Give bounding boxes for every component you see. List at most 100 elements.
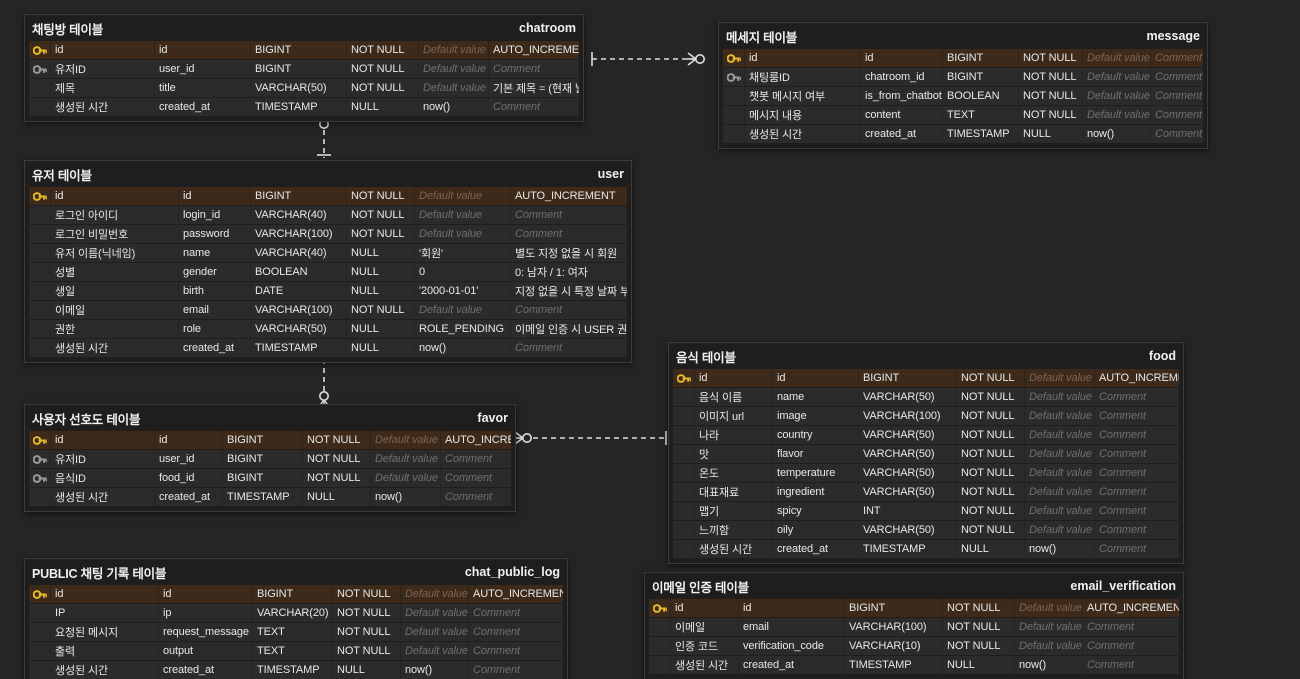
- column-nullable[interactable]: NULL: [347, 263, 415, 281]
- column-comment-ko[interactable]: 생성된 시간: [51, 98, 155, 116]
- column-default-value[interactable]: '2000-01-01': [415, 282, 511, 300]
- column-comment[interactable]: Comment: [1083, 637, 1179, 655]
- column-comment-ko[interactable]: id: [51, 187, 179, 205]
- column-row[interactable]: id id BIGINT NOT NULL Default value AUTO_INCR…: [29, 431, 511, 449]
- column-name[interactable]: ip: [159, 604, 253, 622]
- column-row[interactable]: 권한 role VARCHAR(50) NULL ROLE_PENDING 이메일 인증 …: [29, 320, 627, 338]
- column-default-value[interactable]: Default value: [415, 225, 511, 243]
- key-cell-empty[interactable]: [29, 301, 51, 319]
- key-cell-empty[interactable]: [29, 604, 51, 622]
- table-card-chatroom[interactable]: 채팅방 테이블 chatroom id id BIGINT NOT NULL Default…: [24, 14, 584, 122]
- column-default-value[interactable]: Default value: [371, 469, 441, 487]
- column-datatype[interactable]: BIGINT: [943, 68, 1019, 86]
- column-comment[interactable]: Comment: [1083, 618, 1179, 636]
- column-datatype[interactable]: VARCHAR(100): [251, 225, 347, 243]
- column-default-value[interactable]: Default value: [1025, 388, 1095, 406]
- column-row[interactable]: 로그인 아이디 login_id VARCHAR(40) NOT NULL Defaul…: [29, 206, 627, 224]
- column-name[interactable]: user_id: [155, 60, 251, 78]
- column-name[interactable]: name: [179, 244, 251, 262]
- column-datatype[interactable]: VARCHAR(20): [253, 604, 333, 622]
- column-nullable[interactable]: NOT NULL: [1019, 106, 1083, 124]
- column-name[interactable]: request_message: [159, 623, 253, 641]
- column-datatype[interactable]: TEXT: [253, 642, 333, 660]
- column-datatype[interactable]: BOOLEAN: [943, 87, 1019, 105]
- key-cell-empty[interactable]: [29, 642, 51, 660]
- column-nullable[interactable]: NOT NULL: [957, 426, 1025, 444]
- table-comment[interactable]: 메세지 테이블: [726, 27, 797, 46]
- column-name[interactable]: created_at: [179, 339, 251, 357]
- table-header-chatroom[interactable]: 채팅방 테이블 chatroom: [25, 15, 583, 41]
- column-nullable[interactable]: NOT NULL: [957, 445, 1025, 463]
- table-card-favor[interactable]: 사용자 선호도 테이블 favor id id BIGINT NOT NULL Defaul…: [24, 404, 516, 512]
- column-comment[interactable]: 0: 남자 / 1: 여자: [511, 263, 627, 281]
- column-name[interactable]: created_at: [155, 488, 223, 506]
- column-comment-ko[interactable]: 생성된 시간: [695, 540, 773, 558]
- column-nullable[interactable]: NULL: [347, 339, 415, 357]
- column-row[interactable]: 맵기 spicy INT NOT NULL Default value Comment: [673, 502, 1179, 520]
- table-name[interactable]: user: [598, 167, 624, 181]
- column-comment-ko[interactable]: 온도: [695, 464, 773, 482]
- column-nullable[interactable]: NOT NULL: [333, 604, 401, 622]
- column-default-value[interactable]: '회원': [415, 244, 511, 262]
- column-datatype[interactable]: TIMESTAMP: [845, 656, 943, 674]
- column-nullable[interactable]: NULL: [347, 244, 415, 262]
- column-nullable[interactable]: NULL: [333, 661, 401, 679]
- table-card-email_verification[interactable]: 이메일 인증 테이블 email_verification id id BIGINT NO…: [644, 572, 1184, 679]
- key-cell-empty[interactable]: [723, 125, 745, 143]
- column-row[interactable]: 생성된 시간 created_at TIMESTAMP NULL now() Commen…: [723, 125, 1203, 143]
- column-datatype[interactable]: TIMESTAMP: [943, 125, 1019, 143]
- column-datatype[interactable]: INT: [859, 502, 957, 520]
- key-cell-empty[interactable]: [673, 540, 695, 558]
- column-name[interactable]: created_at: [159, 661, 253, 679]
- column-row[interactable]: id id BIGINT NOT NULL Default value AUTO_INCR…: [649, 599, 1179, 617]
- table-name[interactable]: favor: [477, 411, 508, 425]
- column-datatype[interactable]: VARCHAR(50): [859, 426, 957, 444]
- column-default-value[interactable]: Default value: [1083, 87, 1151, 105]
- column-comment-ko[interactable]: 음식 이름: [695, 388, 773, 406]
- column-comment-ko[interactable]: 로그인 비밀번호: [51, 225, 179, 243]
- column-comment-ko[interactable]: 인증 코드: [671, 637, 739, 655]
- column-default-value[interactable]: Default value: [415, 206, 511, 224]
- column-default-value[interactable]: Default value: [401, 642, 469, 660]
- table-card-food[interactable]: 음식 테이블 food id id BIGINT NOT NULL Default valu…: [668, 342, 1184, 564]
- table-card-user[interactable]: 유저 테이블 user id id BIGINT NOT NULL Default valu…: [24, 160, 632, 363]
- column-comment-ko[interactable]: 유저ID: [51, 60, 155, 78]
- key-cell-empty[interactable]: [723, 106, 745, 124]
- column-nullable[interactable]: NULL: [943, 656, 1015, 674]
- table-name[interactable]: chatroom: [519, 21, 576, 35]
- column-row[interactable]: 이메일 email VARCHAR(100) NOT NULL Default valu…: [649, 618, 1179, 636]
- column-comment[interactable]: Comment: [441, 469, 511, 487]
- column-name[interactable]: flavor: [773, 445, 859, 463]
- column-comment-ko[interactable]: 유저ID: [51, 450, 155, 468]
- column-nullable[interactable]: NOT NULL: [347, 41, 419, 59]
- column-comment[interactable]: Comment: [469, 623, 563, 641]
- column-row[interactable]: 나라 country VARCHAR(50) NOT NULL Default valu…: [673, 426, 1179, 444]
- column-default-value[interactable]: Default value: [401, 623, 469, 641]
- column-comment-ko[interactable]: 이메일: [51, 301, 179, 319]
- column-datatype[interactable]: BIGINT: [223, 450, 303, 468]
- column-datatype[interactable]: VARCHAR(100): [251, 301, 347, 319]
- column-name[interactable]: spicy: [773, 502, 859, 520]
- column-default-value[interactable]: Default value: [1015, 637, 1083, 655]
- key-cell-empty[interactable]: [673, 483, 695, 501]
- column-datatype[interactable]: TIMESTAMP: [859, 540, 957, 558]
- column-comment[interactable]: 기본 제목 = (현재 날짜 ) 음식 추천: [489, 79, 579, 97]
- column-comment[interactable]: Comment: [1151, 125, 1203, 143]
- key-cell-empty[interactable]: [673, 464, 695, 482]
- column-datatype[interactable]: VARCHAR(40): [251, 206, 347, 224]
- column-comment[interactable]: AUTO_INCREMENT: [489, 41, 579, 59]
- key-cell-empty[interactable]: [29, 244, 51, 262]
- column-nullable[interactable]: NOT NULL: [957, 388, 1025, 406]
- column-comment[interactable]: AUTO_INCREMENT: [511, 187, 627, 205]
- column-row[interactable]: 생성된 시간 created_at TIMESTAMP NULL now() Commen…: [29, 339, 627, 357]
- column-default-value[interactable]: Default value: [419, 60, 489, 78]
- column-comment-ko[interactable]: 나라: [695, 426, 773, 444]
- column-name[interactable]: login_id: [179, 206, 251, 224]
- column-default-value[interactable]: ROLE_PENDING: [415, 320, 511, 338]
- column-nullable[interactable]: NULL: [303, 488, 371, 506]
- column-default-value[interactable]: now(): [371, 488, 441, 506]
- table-card-message[interactable]: 메세지 테이블 message id id BIGINT NOT NULL Default …: [718, 22, 1208, 149]
- column-default-value[interactable]: Default value: [1025, 483, 1095, 501]
- column-nullable[interactable]: NULL: [347, 98, 419, 116]
- column-name[interactable]: created_at: [739, 656, 845, 674]
